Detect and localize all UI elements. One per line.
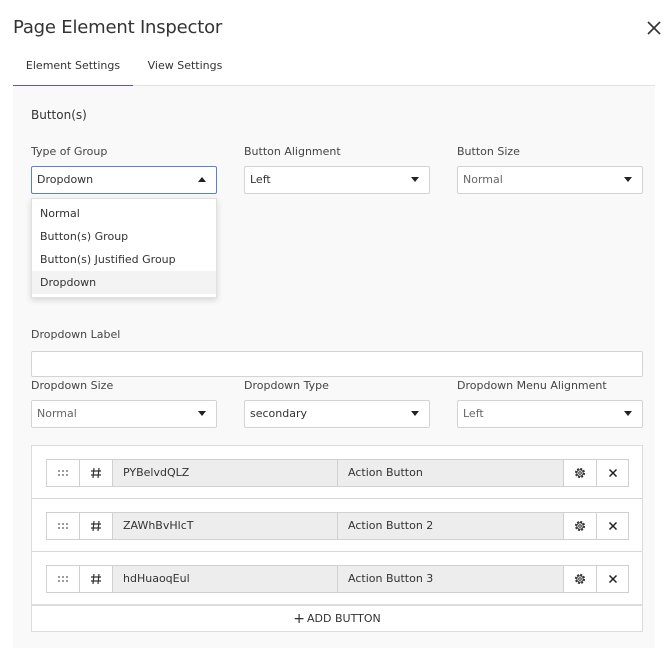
chevron-down-icon [198, 411, 206, 416]
button-id-field[interactable]: hdHuaoqEul [112, 565, 338, 593]
add-button[interactable]: + ADD BUTTON [31, 605, 643, 632]
close-button[interactable] [644, 18, 664, 38]
button-alignment-select[interactable]: Left [244, 166, 430, 194]
gear-icon [574, 573, 586, 585]
drag-handle-icon [58, 576, 68, 582]
type-of-group-dropdown-menu: Normal Button(s) Group Button(s) Justifi… [31, 198, 217, 298]
button-id-value: PYBelvdQLZ [123, 466, 190, 479]
button-id-field[interactable]: PYBelvdQLZ [112, 459, 338, 487]
button-label-field[interactable]: Action Button 3 [337, 565, 564, 593]
dropdown-label-label: Dropdown Label [31, 328, 121, 341]
gear-icon [574, 520, 586, 532]
tab-view-settings[interactable]: View Settings [138, 48, 232, 86]
button-row: PYBelvdQLZ Action Button [46, 459, 629, 487]
remove-button[interactable] [596, 512, 629, 540]
close-icon[interactable] [644, 18, 664, 38]
section-title: Button(s) [31, 108, 87, 122]
button-size-label: Button Size [457, 145, 520, 158]
button-label-value: Action Button 3 [348, 572, 434, 585]
drag-handle[interactable] [46, 459, 80, 487]
button-label-value: Action Button [348, 466, 423, 479]
add-button-label: ADD BUTTON [307, 612, 381, 625]
hash-icon [91, 467, 101, 479]
chevron-down-icon [411, 177, 419, 182]
hash-cell [79, 512, 113, 540]
type-of-group-select[interactable]: Dropdown [31, 166, 217, 194]
hash-icon [91, 573, 101, 585]
type-of-group-label: Type of Group [31, 145, 108, 158]
dropdown-option-buttons-justified-group[interactable]: Button(s) Justified Group [32, 248, 216, 271]
button-row: ZAWhBvHlcT Action Button 2 [46, 512, 629, 540]
button-id-value: ZAWhBvHlcT [123, 519, 194, 532]
row-divider [32, 498, 642, 499]
button-label-value: Action Button 2 [348, 519, 434, 532]
settings-button[interactable] [563, 512, 597, 540]
type-of-group-value: Dropdown [37, 173, 94, 186]
plus-icon: + [293, 610, 306, 627]
remove-button[interactable] [596, 459, 629, 487]
drag-handle[interactable] [46, 565, 80, 593]
dropdown-option-normal[interactable]: Normal [32, 202, 216, 225]
remove-icon [608, 468, 617, 478]
chevron-down-icon [624, 177, 632, 182]
settings-button[interactable] [563, 565, 597, 593]
hash-cell [79, 459, 113, 487]
remove-icon [608, 574, 617, 584]
remove-button[interactable] [596, 565, 629, 593]
row-divider [32, 551, 642, 552]
dropdown-menu-alignment-select[interactable]: Left [457, 400, 643, 428]
button-size-value: Normal [463, 173, 503, 186]
dropdown-menu-alignment-label: Dropdown Menu Alignment [457, 379, 607, 392]
dropdown-size-label: Dropdown Size [31, 379, 114, 392]
button-alignment-label: Button Alignment [244, 145, 341, 158]
button-id-field[interactable]: ZAWhBvHlcT [112, 512, 338, 540]
chevron-up-icon [198, 177, 206, 182]
dropdown-menu-alignment-value: Left [463, 407, 484, 420]
drag-handle-icon [58, 523, 68, 529]
dropdown-size-select[interactable]: Normal [31, 400, 217, 428]
dropdown-option-buttons-group[interactable]: Button(s) Group [32, 225, 216, 248]
hash-icon [91, 520, 101, 532]
button-size-select[interactable]: Normal [457, 166, 643, 194]
tab-element-settings[interactable]: Element Settings [13, 48, 133, 86]
dropdown-type-select[interactable]: secondary [244, 400, 430, 428]
settings-button[interactable] [563, 459, 597, 487]
dialog-title: Page Element Inspector [13, 17, 223, 38]
remove-icon [608, 521, 617, 531]
dropdown-type-value: secondary [250, 407, 308, 420]
button-row: hdHuaoqEul Action Button 3 [46, 565, 629, 593]
drag-handle[interactable] [46, 512, 80, 540]
gear-icon [574, 467, 586, 479]
button-label-field[interactable]: Action Button 2 [337, 512, 564, 540]
chevron-down-icon [624, 411, 632, 416]
dropdown-option-dropdown[interactable]: Dropdown [32, 271, 216, 294]
dropdown-type-label: Dropdown Type [244, 379, 329, 392]
dropdown-label-input[interactable] [31, 351, 643, 377]
button-label-field[interactable]: Action Button [337, 459, 564, 487]
button-alignment-value: Left [250, 173, 271, 186]
tab-bar: Element Settings View Settings [13, 48, 655, 86]
drag-handle-icon [58, 470, 68, 476]
hash-cell [79, 565, 113, 593]
dropdown-size-value: Normal [37, 407, 77, 420]
button-id-value: hdHuaoqEul [123, 572, 190, 585]
chevron-down-icon [411, 411, 419, 416]
button-list: PYBelvdQLZ Action Button ZAWhBvHlcT Acti… [31, 445, 643, 605]
